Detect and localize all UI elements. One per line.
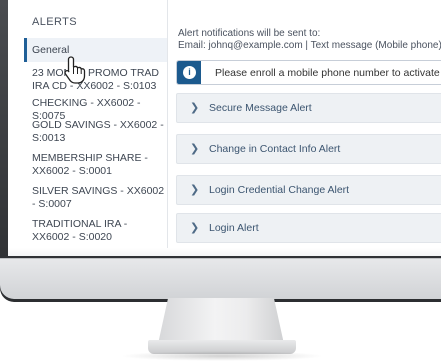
chevron-right-icon: ❯ bbox=[190, 102, 200, 114]
hand-cursor-icon bbox=[64, 56, 86, 84]
accordion-label: Login Credential Change Alert bbox=[209, 184, 350, 196]
sidebar-item-promo-trad-ira[interactable]: 23 MONTH PROMO TRAD IRA CD - XX6002 - S:… bbox=[24, 67, 167, 92]
sidebar-item-label: GOLD SAVINGS - XX6002 - S:0013 bbox=[32, 119, 164, 144]
info-icon-box: i bbox=[177, 61, 201, 84]
monitor-stand-neck bbox=[158, 298, 284, 344]
screen-edge bbox=[8, 248, 441, 256]
sidebar-item-label: CHECKING - XX6002 - S:0075 bbox=[32, 97, 141, 122]
screen: ALERTS General 23 MONTH PROMO TRAD IRA C… bbox=[8, 0, 441, 256]
accordion-change-contact-info-alert[interactable]: ❯ Change in Contact Info Alert bbox=[176, 134, 441, 164]
accordion-label: Login Alert bbox=[209, 222, 259, 234]
sidebar-item-silver-savings[interactable]: SILVER SAVINGS - XX6002 - S:0007 bbox=[24, 185, 167, 210]
enroll-phone-banner: i Please enroll a mobile phone number to… bbox=[176, 60, 441, 85]
alerts-sidebar: ALERTS General 23 MONTH PROMO TRAD IRA C… bbox=[8, 0, 168, 256]
info-icon: i bbox=[183, 66, 196, 79]
sidebar-item-label: TRADITIONAL IRA - XX6002 - S:0020 bbox=[32, 218, 128, 243]
sidebar-item-label: MEMBERSHIP SHARE - XX6002 - S:0001 bbox=[32, 152, 148, 177]
sidebar-item-label: 23 MONTH PROMO TRAD IRA CD - XX6002 - S:… bbox=[32, 67, 159, 92]
notification-destination: Alert notifications will be sent to: Ema… bbox=[178, 28, 441, 52]
monitor-chin bbox=[0, 258, 441, 299]
chevron-right-icon: ❯ bbox=[190, 184, 200, 196]
notice-contacts: Email: johnq@example.com | Text message … bbox=[178, 40, 441, 51]
sidebar-item-label: SILVER SAVINGS - XX6002 - S:0007 bbox=[32, 185, 165, 210]
accordion-label: Secure Message Alert bbox=[209, 102, 312, 114]
sidebar-item-traditional-ira[interactable]: TRADITIONAL IRA - XX6002 - S:0020 bbox=[24, 218, 167, 243]
notice-heading: Alert notifications will be sent to: bbox=[178, 28, 321, 39]
sidebar-item-membership-share[interactable]: MEMBERSHIP SHARE - XX6002 - S:0001 bbox=[24, 152, 167, 177]
accordion-secure-message-alert[interactable]: ❯ Secure Message Alert bbox=[176, 93, 441, 123]
sidebar-title: ALERTS bbox=[32, 16, 77, 28]
accordion-label: Change in Contact Info Alert bbox=[209, 143, 341, 155]
chevron-right-icon: ❯ bbox=[190, 143, 200, 155]
alerts-main-panel: Alert notifications will be sent to: Ema… bbox=[168, 0, 441, 256]
monitor: ALERTS General 23 MONTH PROMO TRAD IRA C… bbox=[0, 0, 441, 302]
sidebar-item-general[interactable]: General bbox=[24, 38, 167, 62]
stand-shadow bbox=[120, 351, 324, 361]
sidebar-item-gold-savings[interactable]: GOLD SAVINGS - XX6002 - S:0013 bbox=[24, 119, 167, 144]
banner-text: Please enroll a mobile phone number to a… bbox=[215, 67, 440, 79]
accordion-login-alert[interactable]: ❯ Login Alert bbox=[176, 213, 441, 243]
accordion-login-credential-change-alert[interactable]: ❯ Login Credential Change Alert bbox=[176, 175, 441, 205]
chevron-right-icon: ❯ bbox=[190, 222, 200, 234]
